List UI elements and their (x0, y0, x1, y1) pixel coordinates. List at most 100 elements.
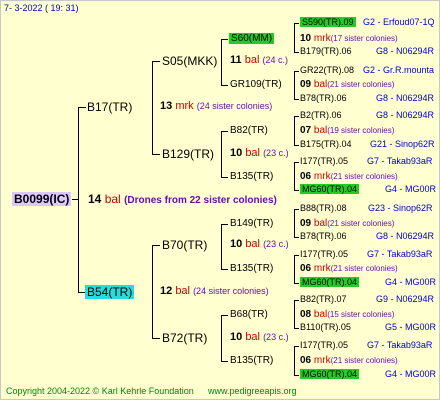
connector (294, 328, 299, 329)
queen-g4[interactable]: B82(TR).07 (300, 295, 347, 304)
group-label: G23 - Sinop62R (368, 203, 433, 213)
connector (294, 162, 295, 190)
connector (221, 315, 222, 361)
group-label: G9 - N06294R (376, 294, 435, 304)
queen-g2[interactable]: B129(TR) (162, 148, 214, 160)
queen-dam[interactable]: B54(TR) (85, 285, 135, 299)
connector (221, 315, 228, 316)
g2-info: 11 bal (24 c.) (230, 54, 288, 66)
g3-info: 09 bal(21 sister colonies) (300, 79, 395, 90)
group-label: G8 - N06294R (376, 93, 435, 103)
queen-g4[interactable]: B110(TR).05 (300, 323, 351, 332)
g3-info: 08 bal(15 sister colonies) (300, 309, 395, 320)
connector (294, 116, 299, 117)
queen-g2[interactable]: B70(TR) (162, 239, 207, 251)
connector (294, 52, 299, 53)
connector (294, 209, 299, 210)
queen-g4[interactable]: B175(TR).04 (300, 140, 352, 149)
queen-g3[interactable]: B135(TR) (230, 172, 273, 182)
queen-g4[interactable]: I177(TR).05 (300, 341, 348, 350)
queen-g2[interactable]: B72(TR) (162, 332, 207, 344)
queen-root[interactable]: B0099(IC) (12, 192, 72, 206)
connector (221, 361, 228, 362)
queen-g4[interactable]: B179(TR).06 (300, 47, 352, 56)
queen-g4[interactable]: S590(TR).09 (300, 17, 356, 27)
connector (221, 39, 228, 40)
connector (294, 99, 299, 100)
connector (221, 177, 228, 178)
footer-copyright: Copyright 2004-2022 © Karl Kehrle Founda… (6, 386, 194, 396)
g3-info: 06 mrk(21 sister colonies) (300, 355, 398, 366)
root-info: 14 bal (Drones from 22 sister colonies) (88, 192, 277, 206)
footer-website[interactable]: www.pedigreeapis.org (208, 387, 297, 396)
connector (152, 154, 160, 155)
queen-g3[interactable]: S60(MM) (229, 33, 275, 44)
connector (294, 283, 299, 284)
connector (294, 300, 295, 328)
report-date: 7- 3-2022 ( 19: 31) (4, 3, 79, 13)
queen-g3[interactable]: B82(TR) (230, 126, 268, 136)
connector (294, 145, 299, 146)
connector (294, 255, 299, 256)
group-label: G7 - Takab93aR (367, 156, 433, 166)
queen-g4[interactable]: B78(TR).06 (300, 94, 347, 103)
queen-g4[interactable]: I177(TR).05 (300, 157, 348, 166)
group-label: G4 - MG00R (385, 369, 437, 379)
queen-g4[interactable]: MG60(TR).04 (300, 184, 360, 194)
queen-sire[interactable]: B17(TR) (87, 101, 132, 113)
group-label: G4 - MG00R (385, 277, 437, 287)
queen-g3[interactable]: GR109(TR) (230, 80, 282, 90)
connector (221, 224, 222, 269)
queen-g3[interactable]: B135(TR) (230, 356, 273, 366)
connector (221, 85, 228, 86)
queen-g4[interactable]: MG60(TR).04 (300, 369, 360, 379)
queen-g4[interactable]: MG60(TR).04 (300, 277, 360, 287)
connector (152, 245, 160, 246)
connector (294, 162, 299, 163)
connector (294, 375, 299, 376)
connector (152, 245, 153, 338)
g3-info: 06 mrk(21 sister colonies) (300, 171, 398, 182)
connector (221, 269, 228, 270)
g3-info: 07 bal(19 sister colonies) (300, 125, 395, 136)
connector (294, 346, 299, 347)
g3-info: 09 bal(21 sister colonies) (300, 218, 395, 229)
queen-g4[interactable]: B88(TR).08 (300, 204, 347, 213)
connector (294, 23, 295, 52)
group-label: G7 - Takab93aR (367, 340, 433, 350)
g2-info: 10 bal (23 c.) (230, 238, 289, 250)
queen-g3[interactable]: B149(TR) (230, 219, 273, 229)
connector (294, 300, 299, 301)
group-label: G8 - N06294R (376, 110, 435, 120)
connector (78, 107, 86, 108)
connector (72, 199, 78, 200)
group-label: G8 - N06294R (376, 46, 435, 56)
connector (294, 346, 295, 375)
queen-g3[interactable]: B68(TR) (230, 310, 268, 320)
dam-info: 12 bal (24 sister colonies) (160, 285, 269, 297)
connector (78, 107, 79, 292)
connector (294, 209, 295, 237)
group-label: G7 - Takab93aR (367, 249, 433, 259)
connector (221, 131, 228, 132)
group-label: G5 - MG00R (385, 322, 437, 332)
group-label: G8 - N06294R (376, 231, 435, 241)
connector (294, 190, 299, 191)
group-label: G2 - Gr.R.mounta (363, 65, 435, 75)
connector (152, 61, 153, 154)
queen-g4[interactable]: B78(TR).06 (300, 232, 347, 241)
connector (152, 61, 160, 62)
connector (221, 224, 228, 225)
group-label: G21 - Sinop62R (370, 139, 435, 149)
g2-info: 10 bal (23 c.) (230, 331, 289, 343)
queen-g4[interactable]: GR22(TR).08 (300, 66, 354, 75)
queen-g4[interactable]: B2(TR).06 (300, 111, 342, 120)
connector (294, 71, 299, 72)
g2-info: 10 bal (23 c.) (230, 147, 289, 159)
queen-g4[interactable]: I177(TR).05 (300, 250, 348, 259)
connector (294, 116, 295, 145)
queen-g2[interactable]: S05(MKK) (162, 55, 217, 67)
connector (294, 237, 299, 238)
g3-info: 06 mrk(21 sister colonies) (300, 263, 398, 274)
queen-g3[interactable]: B135(TR) (230, 264, 273, 274)
